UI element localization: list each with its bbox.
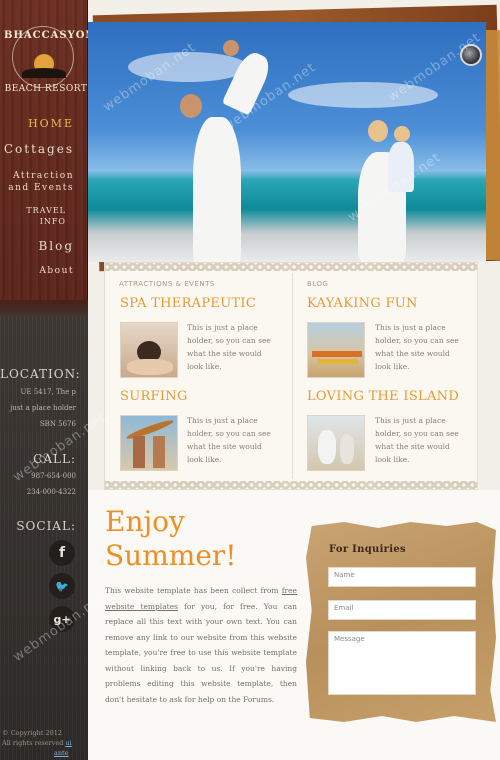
blog-category[interactable]: BLOG <box>307 280 328 288</box>
form-title: For Inquiries <box>329 544 406 555</box>
copyright-line2: All rights reserved <box>2 739 64 747</box>
sidebar: BHACCASYONZTAS BEACH RESORT HOME Cottage… <box>0 0 129 760</box>
surfing-text: This is just a place holder, so you can … <box>187 416 271 464</box>
message-field[interactable]: Message <box>328 631 476 695</box>
surfing-thumbnail[interactable] <box>120 415 178 471</box>
nav-travel-info[interactable]: TRAVEL INFO <box>0 205 80 227</box>
sidebar-slate <box>0 315 88 760</box>
body-text: This website template has been collect f… <box>105 586 297 704</box>
logo-arc-text: BHACCASYONZTAS <box>4 30 129 41</box>
attractions-category[interactable]: ATTRACTIONS & EVENTS <box>119 280 215 288</box>
spa-thumbnail[interactable] <box>120 322 178 378</box>
spa-title[interactable]: SPA THERAPEUTIC <box>120 296 256 311</box>
copyright-link-2[interactable]: ante <box>54 749 69 757</box>
kayaking-thumbnail[interactable] <box>307 322 365 378</box>
call-heading: CALL: <box>33 452 76 466</box>
surfing-title[interactable]: SURFING <box>120 389 188 404</box>
nav-attraction-events[interactable]: Attraction and Events <box>0 170 88 194</box>
location-line3: SBN 5676 <box>39 420 76 428</box>
nav-cottages[interactable]: Cottages <box>0 142 88 156</box>
loving-island-text: This is just a place holder, so you can … <box>375 416 459 464</box>
copyright-link[interactable]: ui <box>65 739 71 747</box>
location-line2: just a place holder <box>10 404 76 412</box>
name-field[interactable]: Name <box>328 567 476 587</box>
pin-icon <box>460 44 482 66</box>
kayaking-title[interactable]: KAYAKING FUN <box>307 296 418 311</box>
location-heading: LOCATION: <box>0 367 81 381</box>
hero-image <box>88 22 486 262</box>
loving-island-thumbnail[interactable] <box>307 415 365 471</box>
logo-island <box>22 68 66 78</box>
nav-blog[interactable]: Blog <box>0 239 88 253</box>
spa-text: This is just a place holder, so you can … <box>187 323 271 371</box>
social-heading: SOCIAL: <box>16 519 76 533</box>
logo-subtitle: BEACH RESORT <box>4 84 88 94</box>
content-panel: ATTRACTIONS & EVENTS BLOG SPA THERAPEUTI… <box>104 262 478 490</box>
call-line2: 234-000-4322 <box>26 488 76 496</box>
loving-island-title[interactable]: LOVING THE ISLAND <box>307 389 459 404</box>
call-line1: 987-654-000 <box>31 472 76 480</box>
enjoy-summer-heading: Enjoy Summer! <box>105 505 237 572</box>
kayaking-text: This is just a place holder, so you can … <box>375 323 459 371</box>
email-field[interactable]: Email <box>328 600 476 620</box>
copyright: © Copyright 2012 All rights reserved ui … <box>2 728 86 758</box>
google-plus-icon[interactable]: g+ <box>49 606 75 632</box>
nav-about[interactable]: About <box>0 266 88 276</box>
location-line1: UE 5417, The p <box>20 388 76 396</box>
copyright-line1: © Copyright 2012 <box>2 729 63 737</box>
twitter-icon[interactable]: 🐦 <box>49 573 75 599</box>
facebook-icon[interactable]: f <box>49 540 75 566</box>
hero-man <box>193 117 241 262</box>
nav-home[interactable]: HOME <box>0 117 88 130</box>
logo[interactable]: BHACCASYONZTAS BEACH RESORT <box>4 22 129 100</box>
